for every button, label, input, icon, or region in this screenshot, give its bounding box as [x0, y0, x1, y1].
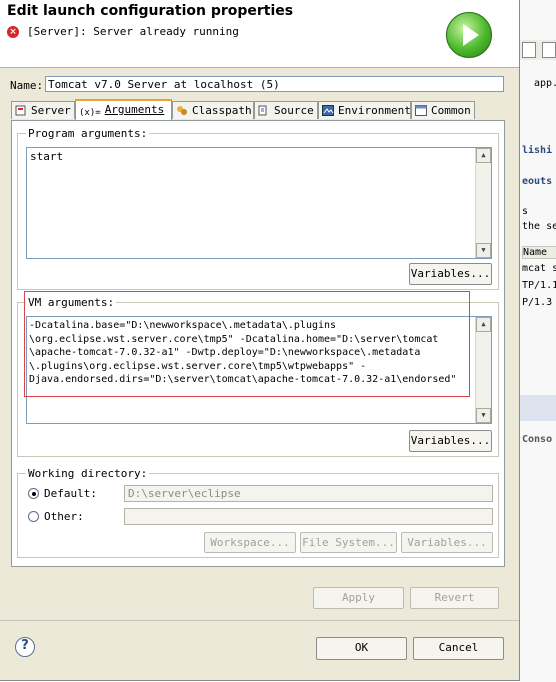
default-radio[interactable]: [28, 488, 39, 499]
tab-arguments[interactable]: (x)= Arguments: [75, 99, 172, 121]
run-icon: [446, 12, 492, 58]
background-row: P/1.3: [522, 297, 553, 308]
error-icon: ×: [7, 26, 19, 38]
tab-classpath[interactable]: Classpath: [172, 101, 254, 119]
dialog-header: Edit launch configuration properties × […: [0, 0, 519, 68]
working-directory-label: Working directory:: [26, 467, 150, 480]
launch-config-dialog: Edit launch configuration properties × […: [0, 0, 520, 681]
default-directory-field: D:\server\eclipse: [124, 485, 493, 502]
background-band: [520, 395, 556, 421]
footer-separator: [0, 620, 519, 621]
program-arguments-group: Program arguments: start ▲ ▼ Variables..…: [17, 127, 499, 290]
scroll-down-arrow-icon[interactable]: ▼: [476, 243, 491, 258]
background-console-tab: Conso: [522, 434, 553, 445]
name-label: Name:: [10, 79, 44, 92]
help-icon[interactable]: ?: [15, 637, 35, 657]
background-text: s: [522, 206, 529, 217]
scroll-up-arrow-icon[interactable]: ▲: [476, 148, 491, 163]
highlight-box: [24, 291, 470, 397]
cancel-button[interactable]: Cancel: [413, 637, 504, 660]
tab-source[interactable]: Source: [254, 101, 318, 119]
tab-label: Arguments: [104, 103, 165, 116]
vm-variables-button[interactable]: Variables...: [409, 430, 492, 452]
program-arguments-text: start: [30, 150, 64, 163]
apply-button[interactable]: Apply: [313, 587, 404, 609]
background-toolbar: [520, 40, 556, 60]
common-icon: [415, 105, 427, 116]
file-system-button[interactable]: File System...: [300, 532, 397, 553]
dialog-title: Edit launch configuration properties: [7, 3, 294, 19]
workspace-button[interactable]: Workspace...: [204, 532, 296, 553]
background-tab: app.: [534, 78, 556, 89]
tab-label: Classpath: [192, 104, 252, 117]
program-arguments-label: Program arguments:: [26, 127, 150, 140]
source-icon: [258, 105, 267, 116]
classpath-icon: [177, 106, 187, 115]
default-radio-label: Default:: [44, 487, 97, 500]
ok-button[interactable]: OK: [316, 637, 407, 660]
background-row: TP/1.1: [522, 280, 556, 291]
tab-label: Source: [274, 104, 314, 117]
tab-server[interactable]: Server: [11, 101, 75, 119]
scroll-down-arrow-icon[interactable]: ▼: [476, 408, 491, 423]
tab-environment[interactable]: Environment: [318, 101, 411, 119]
program-arguments-textarea[interactable]: start ▲ ▼: [26, 147, 492, 259]
tab-label: Common: [431, 104, 471, 117]
tab-label: Server: [31, 104, 71, 117]
environment-icon: [322, 105, 334, 116]
name-input[interactable]: Tomcat v7.0 Server at localhost (5): [45, 76, 504, 92]
vm-arguments-scrollbar[interactable]: ▲ ▼: [475, 317, 491, 423]
toolbar-icon: [542, 42, 556, 58]
background-column-header: Name: [522, 246, 556, 259]
arguments-icon: (x)=: [79, 108, 101, 118]
background-heading: lishi: [522, 145, 553, 156]
dialog-message: [Server]: Server already running: [27, 25, 239, 38]
working-directory-group: Working directory: Default: D:\server\ec…: [17, 467, 499, 558]
tab-label: Environment: [338, 104, 411, 117]
background-heading: eouts: [522, 176, 553, 187]
working-variables-button[interactable]: Variables...: [401, 532, 493, 553]
background-row: mcat s: [522, 263, 556, 274]
other-radio[interactable]: [28, 511, 39, 522]
program-variables-button[interactable]: Variables...: [409, 263, 492, 285]
background-text: the se: [522, 221, 556, 232]
other-directory-field: [124, 508, 493, 525]
program-arguments-scrollbar[interactable]: ▲ ▼: [475, 148, 491, 258]
scroll-up-arrow-icon[interactable]: ▲: [476, 317, 491, 332]
tab-common[interactable]: Common: [411, 101, 475, 119]
other-radio-label: Other:: [44, 510, 84, 523]
toolbar-icon: [522, 42, 536, 58]
server-icon: [15, 105, 26, 116]
background-editor: app. lishi eouts s the se Name mcat s TP…: [520, 0, 556, 682]
revert-button[interactable]: Revert: [410, 587, 499, 609]
